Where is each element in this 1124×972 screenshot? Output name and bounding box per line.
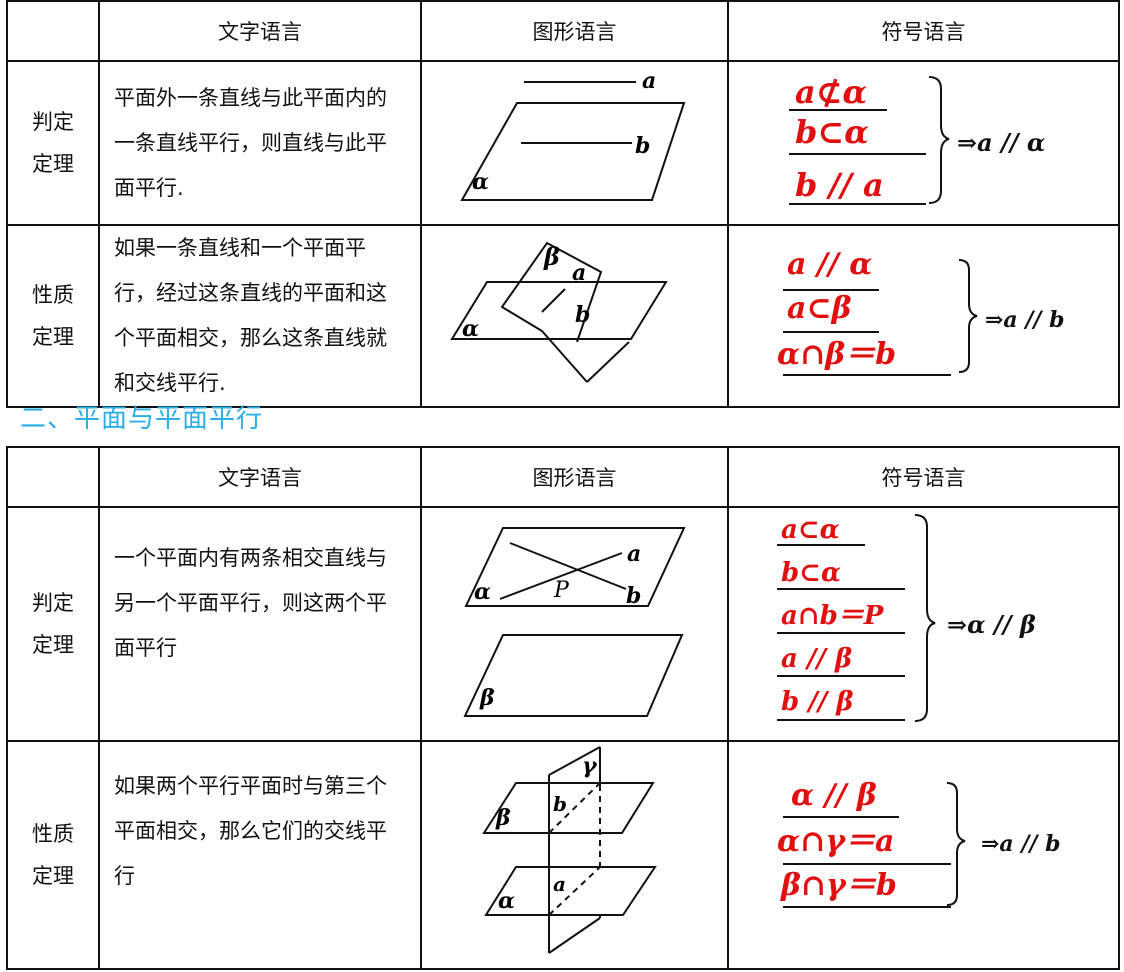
- row-label-line1: 判定: [32, 110, 74, 134]
- label-a: a: [572, 260, 586, 286]
- label-b: b: [635, 133, 650, 159]
- symbol-block: a⊂α b⊂α a∩b＝P a // β b // β ⇒α // β: [777, 514, 1036, 722]
- header-text-language: 文字语言: [98, 446, 422, 508]
- row-label-line1: 性质: [32, 822, 74, 846]
- table-line-plane-parallel: 文字语言 图形语言 符号语言 判定 定理 平面外一条直线与此平面内的一条直线平行…: [6, 0, 1120, 408]
- label-alpha: α: [462, 316, 479, 342]
- symbol-cell: a⊂α b⊂α a∩b＝P a // β b // β ⇒α // β: [727, 506, 1120, 742]
- header-symbol-language: 符号语言: [727, 0, 1120, 62]
- label-beta: β: [543, 242, 560, 271]
- label-b: b: [575, 302, 590, 328]
- label-p: P: [553, 578, 570, 603]
- row-label-line1: 判定: [32, 591, 74, 615]
- header-blank: [6, 0, 100, 62]
- figure-cell: β a b α: [420, 224, 729, 408]
- symbol-cell: a⊄α b⊂α b // a ⇒a // α: [727, 60, 1120, 226]
- row-label: 判定 定理: [6, 506, 100, 742]
- symbol-line-2: b⊂α: [781, 558, 841, 588]
- symbol-line-2: α∩γ＝a: [777, 824, 894, 859]
- row-label-line2: 定理: [32, 152, 74, 176]
- header-blank: [6, 446, 100, 508]
- row-label: 性质 定理: [6, 740, 100, 970]
- row-label-line2: 定理: [32, 633, 74, 657]
- table-row: 判定 定理 平面外一条直线与此平面内的一条直线平行，则直线与此平面平行. a b…: [6, 60, 1120, 226]
- header-text-language: 文字语言: [98, 0, 422, 62]
- header-row: 文字语言 图形语言 符号语言: [6, 0, 1120, 62]
- header-row: 文字语言 图形语言 符号语言: [6, 446, 1120, 508]
- label-alpha: α: [498, 888, 515, 914]
- symbol-cell: a // α a⊂β α∩β＝b ⇒a // b: [727, 224, 1120, 408]
- figure-cell: γ β b α a: [420, 740, 729, 970]
- table-row: 性质 定理 如果两个平行平面时与第三个平面相交，那么它们的交线平行 γ β b …: [6, 740, 1120, 970]
- brace-icon: [946, 782, 966, 906]
- brace-icon: [914, 514, 936, 722]
- label-a: a: [553, 872, 566, 896]
- row-label: 性质 定理: [6, 224, 100, 408]
- brace-icon: [958, 259, 978, 373]
- figure-cell: a b α: [420, 60, 729, 226]
- symbol-line-3: β∩γ＝b: [780, 868, 897, 903]
- conclusion: ⇒α // β: [947, 610, 1036, 639]
- text-language-cell: 一个平面内有两条相交直线与另一个平面平行，则这两个平面平行: [98, 506, 422, 742]
- row-label: 判定 定理: [6, 60, 100, 226]
- symbol-line-5: b // β: [781, 687, 854, 717]
- symbol-line-3: a∩b＝P: [781, 601, 885, 631]
- figure-cell: a b P α β: [420, 506, 729, 742]
- row-label-line2: 定理: [32, 325, 74, 349]
- brace-icon: [928, 76, 950, 204]
- symbol-block: α // β α∩γ＝a β∩γ＝b ⇒a // b: [777, 778, 1060, 908]
- symbol-line-4: a // β: [781, 644, 852, 674]
- conclusion: ⇒a // b: [985, 307, 1064, 333]
- symbol-line-2: a⊂β: [787, 291, 852, 326]
- header-symbol-language: 符号语言: [727, 446, 1120, 508]
- label-b: b: [626, 583, 641, 609]
- label-alpha: α: [474, 579, 491, 605]
- conclusion: ⇒a // α: [957, 128, 1045, 157]
- symbol-cell: α // β α∩γ＝a β∩γ＝b ⇒a // b: [727, 740, 1120, 970]
- plane-line-figure: a b α: [460, 68, 686, 201]
- text-language-cell: 如果一条直线和一个平面平行，经过这条直线的平面和这个平面相交，那么这条直线就和交…: [98, 224, 422, 408]
- row-label-line2: 定理: [32, 864, 74, 888]
- symbol-line-3: α∩β＝b: [777, 337, 896, 372]
- row-label-line1: 性质: [32, 283, 74, 307]
- header-figure-language: 图形语言: [420, 0, 729, 62]
- symbol-line-3: b // a: [795, 166, 884, 204]
- symbol-block: a // α a⊂β α∩β＝b ⇒a // b: [777, 247, 1064, 376]
- label-gamma: γ: [582, 753, 598, 779]
- header-figure-language: 图形语言: [420, 446, 729, 508]
- label-beta: β: [479, 685, 495, 711]
- label-alpha: α: [472, 169, 489, 195]
- symbol-line-1: a⊂α: [781, 515, 840, 545]
- symbol-line-1: a⊄α: [795, 73, 867, 111]
- symbol-line-1: α // β: [791, 778, 877, 813]
- conclusion: ⇒a // b: [981, 831, 1060, 857]
- label-a: a: [627, 541, 641, 567]
- table-plane-plane-parallel: 文字语言 图形语言 符号语言 判定 定理 一个平面内有两条相交直线与另一个平面平…: [6, 446, 1120, 970]
- table-row: 判定 定理 一个平面内有两条相交直线与另一个平面平行，则这两个平面平行 a b …: [6, 506, 1120, 742]
- label-beta: β: [495, 805, 511, 831]
- label-b: b: [553, 792, 567, 816]
- plane-plane-line-figure: β a b α: [450, 241, 668, 383]
- text-language-cell: 如果两个平行平面时与第三个平面相交，那么它们的交线平行: [98, 740, 422, 970]
- two-planes-figure: a b P α β: [463, 527, 686, 717]
- text-language-cell: 平面外一条直线与此平面内的一条直线平行，则直线与此平面平行.: [98, 60, 422, 226]
- symbol-line-1: a // α: [787, 247, 872, 282]
- symbol-line-2: b⊂α: [795, 113, 869, 151]
- label-a: a: [642, 68, 656, 94]
- table-row: 性质 定理 如果一条直线和一个平面平行，经过这条直线的平面和这个平面相交，那么这…: [6, 224, 1120, 408]
- symbol-block: a⊄α b⊂α b // a ⇒a // α: [789, 73, 1045, 205]
- three-planes-figure: γ β b α a: [482, 746, 657, 954]
- section-title-plane-plane-parallel: 二、平面与平面平行: [20, 404, 264, 434]
